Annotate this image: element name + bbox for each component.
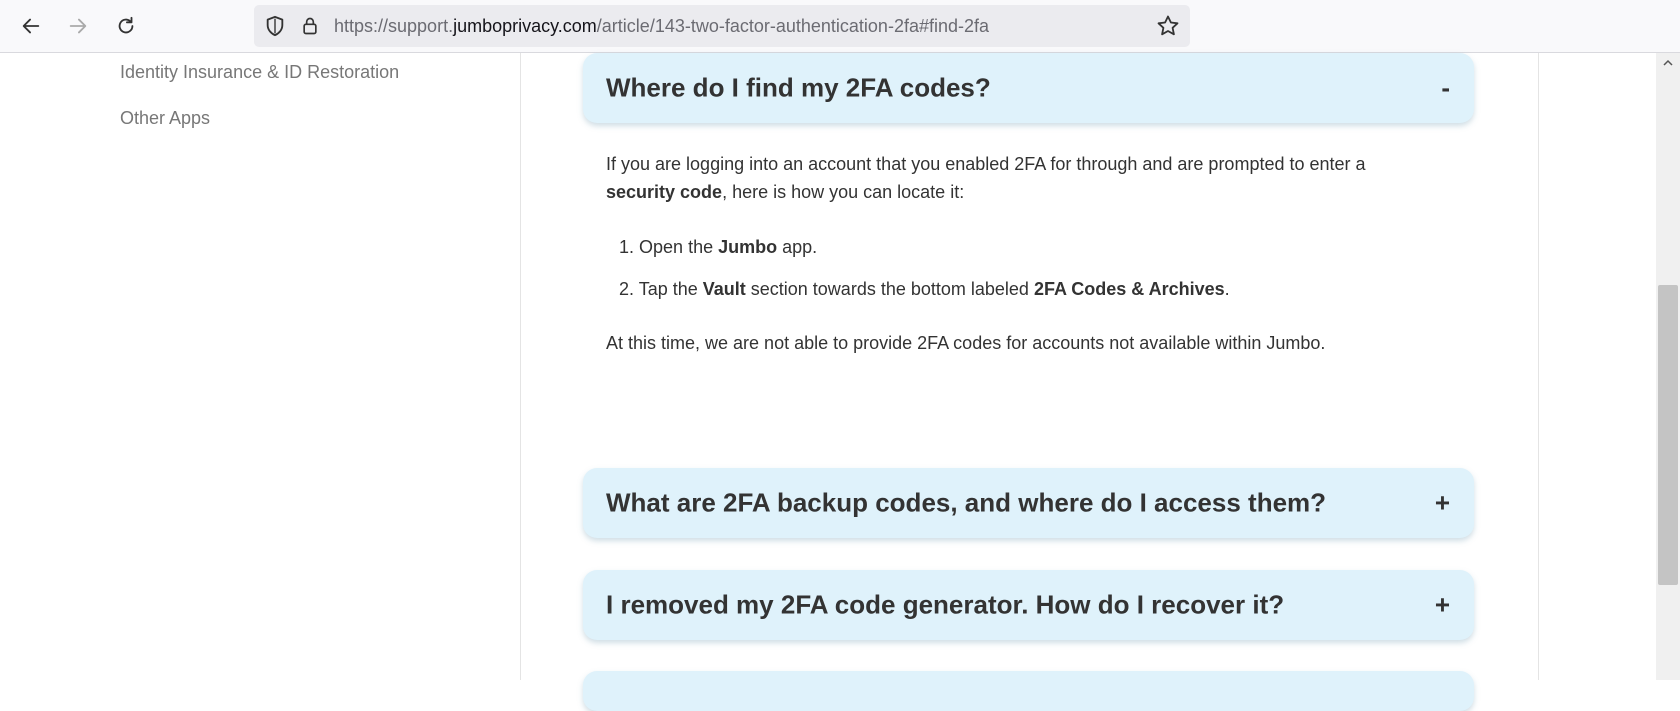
faq-header-find-2fa-codes[interactable]: Where do I find my 2FA codes? - xyxy=(583,53,1474,123)
list-number: 2. xyxy=(619,279,635,299)
list-text-3: . xyxy=(1224,279,1230,299)
scrollbar-thumb[interactable] xyxy=(1658,285,1678,585)
shield-icon[interactable] xyxy=(264,15,286,37)
reload-icon xyxy=(118,16,134,34)
scroll-up-icon[interactable] xyxy=(1662,57,1674,69)
faq-header-backup-codes[interactable]: What are 2FA backup codes, and where do … xyxy=(583,468,1474,538)
reload-button[interactable] xyxy=(110,10,142,42)
list-text: Tap the xyxy=(638,279,703,299)
url-text[interactable]: https://support.jumboprivacy.com/article… xyxy=(334,16,989,37)
list-text-2: app. xyxy=(777,237,818,257)
answer-intro: If you are logging into an account that … xyxy=(606,150,1406,206)
sidebar-item-other-apps[interactable]: Other Apps xyxy=(120,108,210,129)
url-prefix: https://support. xyxy=(334,16,454,36)
arrow-left-icon xyxy=(22,18,40,34)
list-text-2: section towards the bottom labeled xyxy=(745,279,1034,299)
list-text: Open the xyxy=(639,237,719,257)
url-domain: jumboprivacy.com xyxy=(453,16,597,36)
collapse-toggle[interactable]: - xyxy=(1441,73,1450,104)
arrow-right-icon xyxy=(69,18,87,34)
list-bold: Vault xyxy=(702,279,746,299)
answer-intro-text-2: , here is how you can locate it: xyxy=(722,182,965,202)
url-bar[interactable]: https://support.jumboprivacy.com/article… xyxy=(254,5,1190,47)
forward-button[interactable] xyxy=(62,10,94,42)
bookmark-star-icon[interactable] xyxy=(1156,14,1180,38)
list-number: 1. xyxy=(619,237,635,257)
answer-footer: At this time, we are not able to provide… xyxy=(606,333,1326,353)
faq-header-next[interactable] xyxy=(583,671,1474,711)
list-bold-2: 2FA Codes & Archives xyxy=(1033,279,1225,299)
lock-icon[interactable] xyxy=(300,15,320,37)
url-path: /article/143-two-factor-authentication-2… xyxy=(596,16,990,36)
faq-question: I removed my 2FA code generator. How do … xyxy=(606,589,1285,620)
faq-header-recover-generator[interactable]: I removed my 2FA code generator. How do … xyxy=(583,570,1474,640)
list-item: 1. Open the Jumbo app. xyxy=(619,237,817,258)
answer-intro-bold: security code xyxy=(606,182,723,202)
page-scrollbar[interactable] xyxy=(1656,53,1680,680)
sidebar-item-identity-insurance[interactable]: Identity Insurance & ID Restoration xyxy=(120,62,399,83)
expand-toggle[interactable]: + xyxy=(1435,590,1450,621)
expand-toggle[interactable]: + xyxy=(1435,488,1450,519)
article-content: Where do I find my 2FA codes? - If you a… xyxy=(520,53,1539,711)
back-button[interactable] xyxy=(15,10,47,42)
browser-toolbar: https://support.jumboprivacy.com/article… xyxy=(0,0,1680,53)
list-item: 2. Tap the Vault section towards the bot… xyxy=(619,279,1230,300)
faq-question: Where do I find my 2FA codes? xyxy=(606,72,991,103)
answer-intro-text: If you are logging into an account that … xyxy=(606,154,1366,174)
faq-question: What are 2FA backup codes, and where do … xyxy=(606,487,1327,518)
list-bold: Jumbo xyxy=(718,237,778,257)
